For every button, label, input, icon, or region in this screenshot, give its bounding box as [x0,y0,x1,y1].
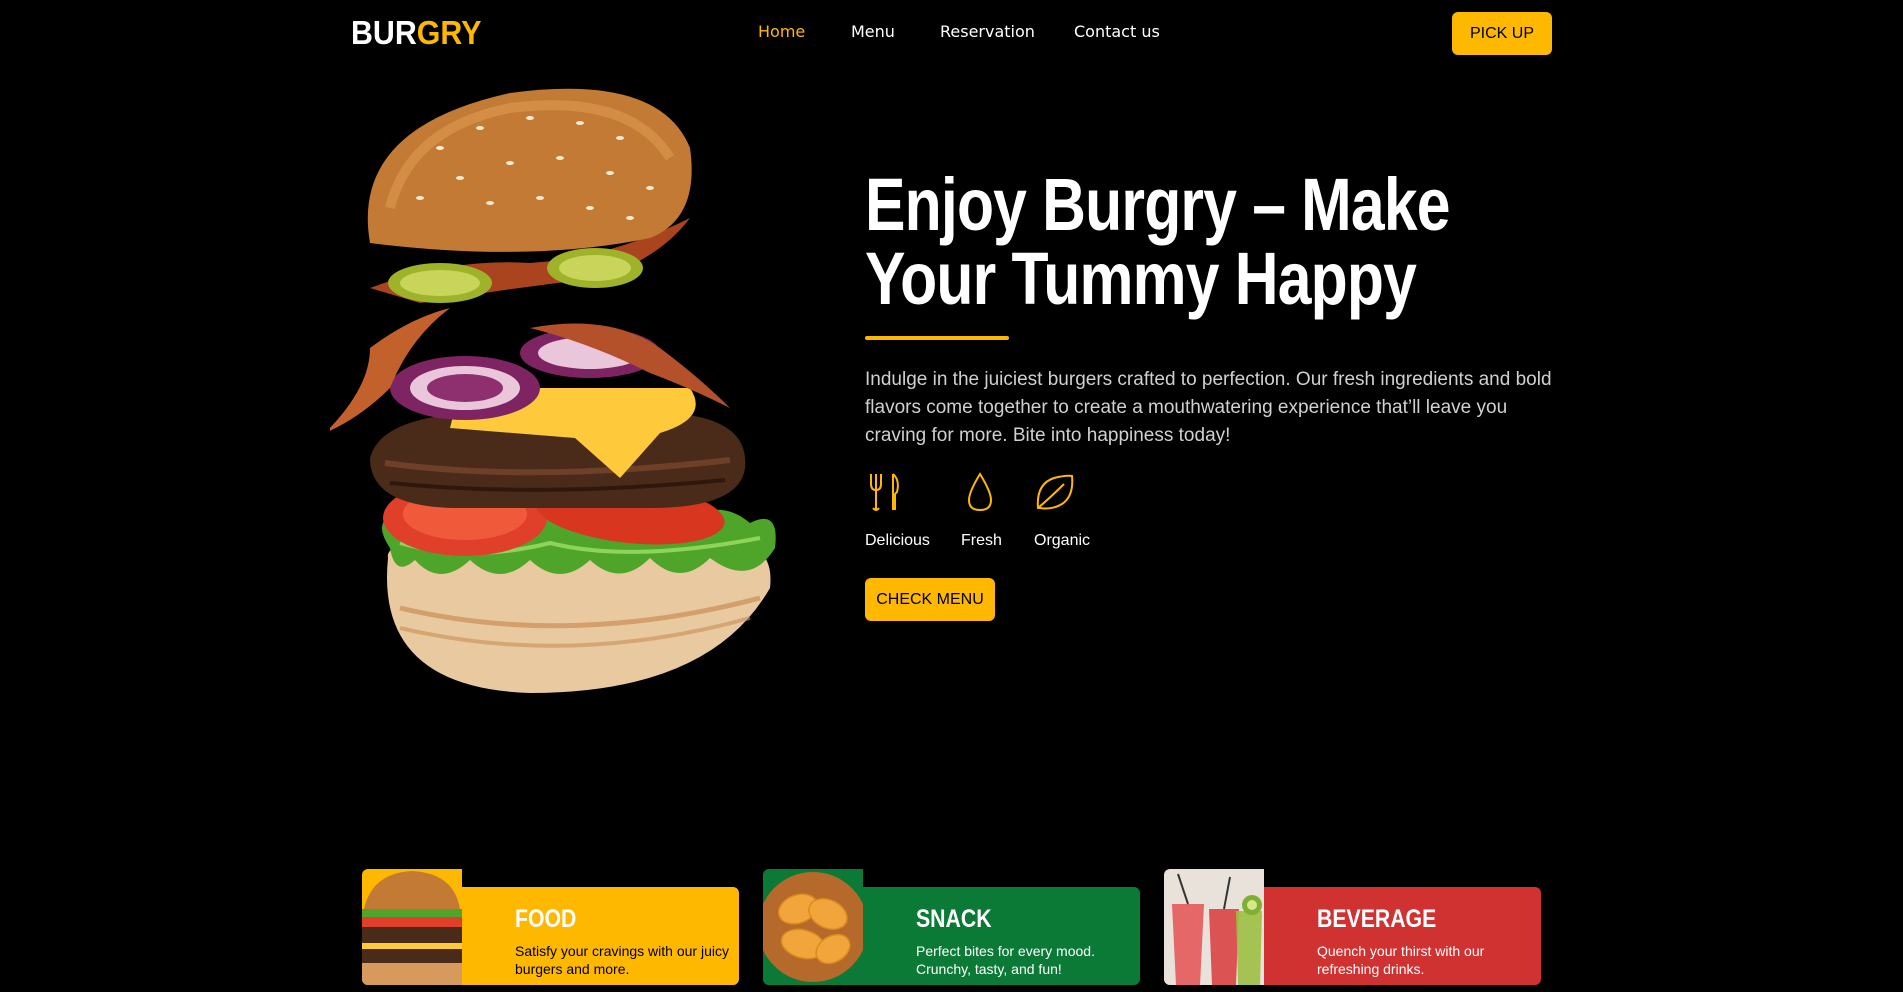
pickup-button[interactable]: PICK UP [1452,12,1552,55]
logo-part-white: BUR [351,14,417,51]
site-header: BURGRY Home Menu Reservation Contact us … [0,0,1903,66]
headline-underline [865,336,1009,340]
category-text-food: Satisfy your cravings with our juicy bur… [515,943,729,977]
category-title-beverage: BEVERAGE [1317,905,1437,933]
nav-menu[interactable]: Menu [851,22,895,41]
category-card-beverage[interactable]: BEVERAGE Quench your thirst with our ref… [1164,869,1541,985]
hero-headline: Enjoy Burgry – Make Your Tummy Happy [865,168,1455,316]
nav-reservation[interactable]: Reservation [940,22,1035,41]
feature-fresh: Fresh [961,470,1002,549]
headline-line-2: Your Tummy Happy [865,237,1417,320]
category-card-food[interactable]: FOOD Satisfy your cravings with our juic… [362,869,739,985]
food-thumbnail-image [362,869,462,985]
feature-delicious: Delicious [865,470,930,549]
check-menu-button[interactable]: CHECK MENU [865,578,995,621]
feature-label-fresh: Fresh [961,532,1002,549]
feature-label-delicious: Delicious [865,532,930,549]
category-title-snack: SNACK [916,905,992,933]
category-title-food: FOOD [515,905,577,933]
feature-organic: Organic [1032,470,1090,549]
leaf-icon [1036,474,1074,510]
brand-logo[interactable]: BURGRY [351,14,481,52]
hero-description: Indulge in the juiciest burgers crafted … [865,369,1552,446]
headline-line-1: Enjoy Burgry – Make [865,163,1450,246]
category-text-beverage: Quench your thirst with our refreshing d… [1317,943,1485,977]
nav-contact[interactable]: Contact us [1074,22,1160,41]
category-card-snack[interactable]: SNACK Perfect bites for every mood. Crun… [763,869,1140,985]
logo-part-yellow: GRY [416,14,482,51]
beverage-thumbnail-image [1164,869,1264,985]
feature-label-organic: Organic [1034,532,1091,549]
droplet-icon [967,472,993,512]
nav-home[interactable]: Home [758,22,805,41]
hero-burger-image [330,88,776,693]
category-text-snack: Perfect bites for every mood. Crunchy, t… [916,943,1095,977]
fork-knife-icon [870,473,899,511]
snack-thumbnail-image [763,869,863,985]
